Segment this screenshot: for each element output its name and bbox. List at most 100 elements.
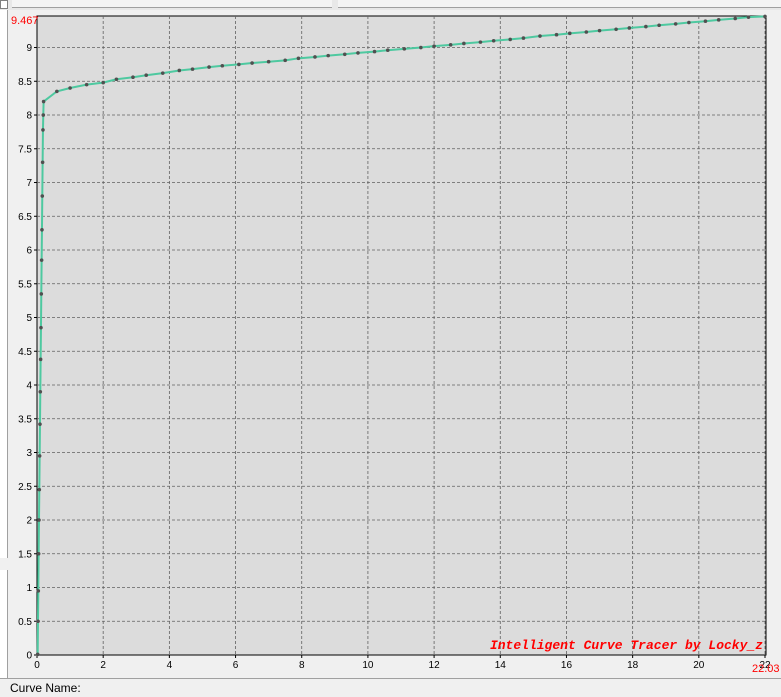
x-tick-label: 20 <box>693 660 705 671</box>
x-tick-label: 6 <box>233 660 239 671</box>
data-point <box>101 80 105 85</box>
data-point <box>657 23 661 28</box>
x-max-label: 22.03 <box>752 663 780 675</box>
data-point <box>372 49 377 54</box>
y-tick-label: 3.5 <box>18 414 32 425</box>
y-tick-label: 0.5 <box>18 617 32 628</box>
y-tick-label: 2 <box>26 516 32 527</box>
data-point <box>597 28 602 33</box>
data-point <box>36 551 41 556</box>
data-point <box>402 47 407 51</box>
data-point <box>462 41 466 46</box>
y-tick-label: 7.5 <box>18 144 32 155</box>
data-point <box>40 194 45 198</box>
data-point <box>614 27 618 32</box>
data-point <box>39 292 44 296</box>
data-point <box>37 454 42 458</box>
x-tick-label: 8 <box>299 660 305 671</box>
y-tick-label: 5 <box>26 313 32 324</box>
data-point <box>733 16 738 21</box>
data-point <box>448 43 453 47</box>
y-tick-label: 1.5 <box>18 549 32 560</box>
y-tick-label: 4 <box>26 381 32 392</box>
y-tick-label: 7 <box>26 178 32 189</box>
x-tick-label: 12 <box>429 660 441 671</box>
data-point <box>763 14 767 19</box>
data-point <box>342 52 347 57</box>
data-point <box>703 19 708 23</box>
y-tick-label: 3 <box>26 448 32 459</box>
y-tick-label: 1 <box>26 583 32 594</box>
data-point <box>37 487 42 492</box>
y-tick-label: 9 <box>26 43 32 54</box>
y-tick-label: 0 <box>26 651 32 662</box>
data-point <box>266 59 271 64</box>
data-point <box>746 15 751 19</box>
y-tick-label: 6 <box>26 246 32 257</box>
chart-annotation: Intelligent Curve Tracer by Locky_z <box>490 638 763 653</box>
y-tick-label: 8.5 <box>18 77 32 88</box>
data-point <box>250 61 254 65</box>
x-tick-label: 10 <box>362 660 374 671</box>
data-point <box>356 51 360 55</box>
y-max-label: 9.467 <box>11 15 39 27</box>
data-point <box>39 325 43 330</box>
data-point <box>283 58 287 63</box>
data-point <box>644 24 648 29</box>
data-point <box>41 113 46 117</box>
data-point <box>419 45 423 50</box>
chart: 0 2 4 6 8 10 12 14 16 18 20 2200.511.522.533.544.55… <box>11 14 780 675</box>
data-point <box>38 422 42 426</box>
data-point <box>37 518 41 522</box>
data-point <box>38 357 43 362</box>
data-point <box>40 227 44 232</box>
data-point <box>114 77 119 82</box>
data-point <box>584 30 589 34</box>
data-point <box>36 619 40 624</box>
data-point <box>190 67 195 71</box>
y-tick-label: 2.5 <box>18 482 32 493</box>
data-point <box>673 22 678 26</box>
plot-area[interactable] <box>36 15 767 656</box>
data-point <box>432 44 436 48</box>
data-point <box>207 65 211 69</box>
status-bar: Curve Name: <box>0 678 781 697</box>
curve-name-label: Curve Name: <box>10 681 81 695</box>
data-point <box>84 82 89 87</box>
data-point <box>687 20 691 25</box>
data-point <box>521 36 526 40</box>
x-tick-label: 0 <box>34 660 40 671</box>
data-point <box>296 56 301 61</box>
data-point <box>68 86 72 90</box>
data-point <box>36 589 41 593</box>
data-point <box>131 75 135 80</box>
data-point <box>313 55 317 59</box>
data-point <box>160 71 165 75</box>
x-tick-label: 16 <box>561 660 573 671</box>
data-point <box>55 89 59 94</box>
data-point <box>567 31 572 36</box>
data-point <box>478 40 483 44</box>
data-point <box>538 34 542 38</box>
data-point <box>716 18 721 22</box>
data-point <box>41 128 45 132</box>
data-point <box>177 68 182 73</box>
data-point <box>627 26 632 30</box>
x-tick-label: 18 <box>627 660 639 671</box>
data-point <box>554 32 559 37</box>
data-point <box>144 73 149 77</box>
data-point <box>508 37 513 42</box>
data-point <box>491 38 496 43</box>
y-tick-label: 5.5 <box>18 279 32 290</box>
data-point <box>237 62 241 67</box>
data-point <box>40 160 45 165</box>
data-point <box>41 99 46 104</box>
x-tick-label: 2 <box>100 660 106 671</box>
data-point <box>220 63 225 68</box>
data-point <box>326 53 331 58</box>
x-tick-label: 14 <box>495 660 507 671</box>
data-point <box>39 258 44 262</box>
data-point <box>385 48 390 53</box>
y-tick-label: 4.5 <box>18 347 32 358</box>
x-tick-label: 4 <box>167 660 173 671</box>
